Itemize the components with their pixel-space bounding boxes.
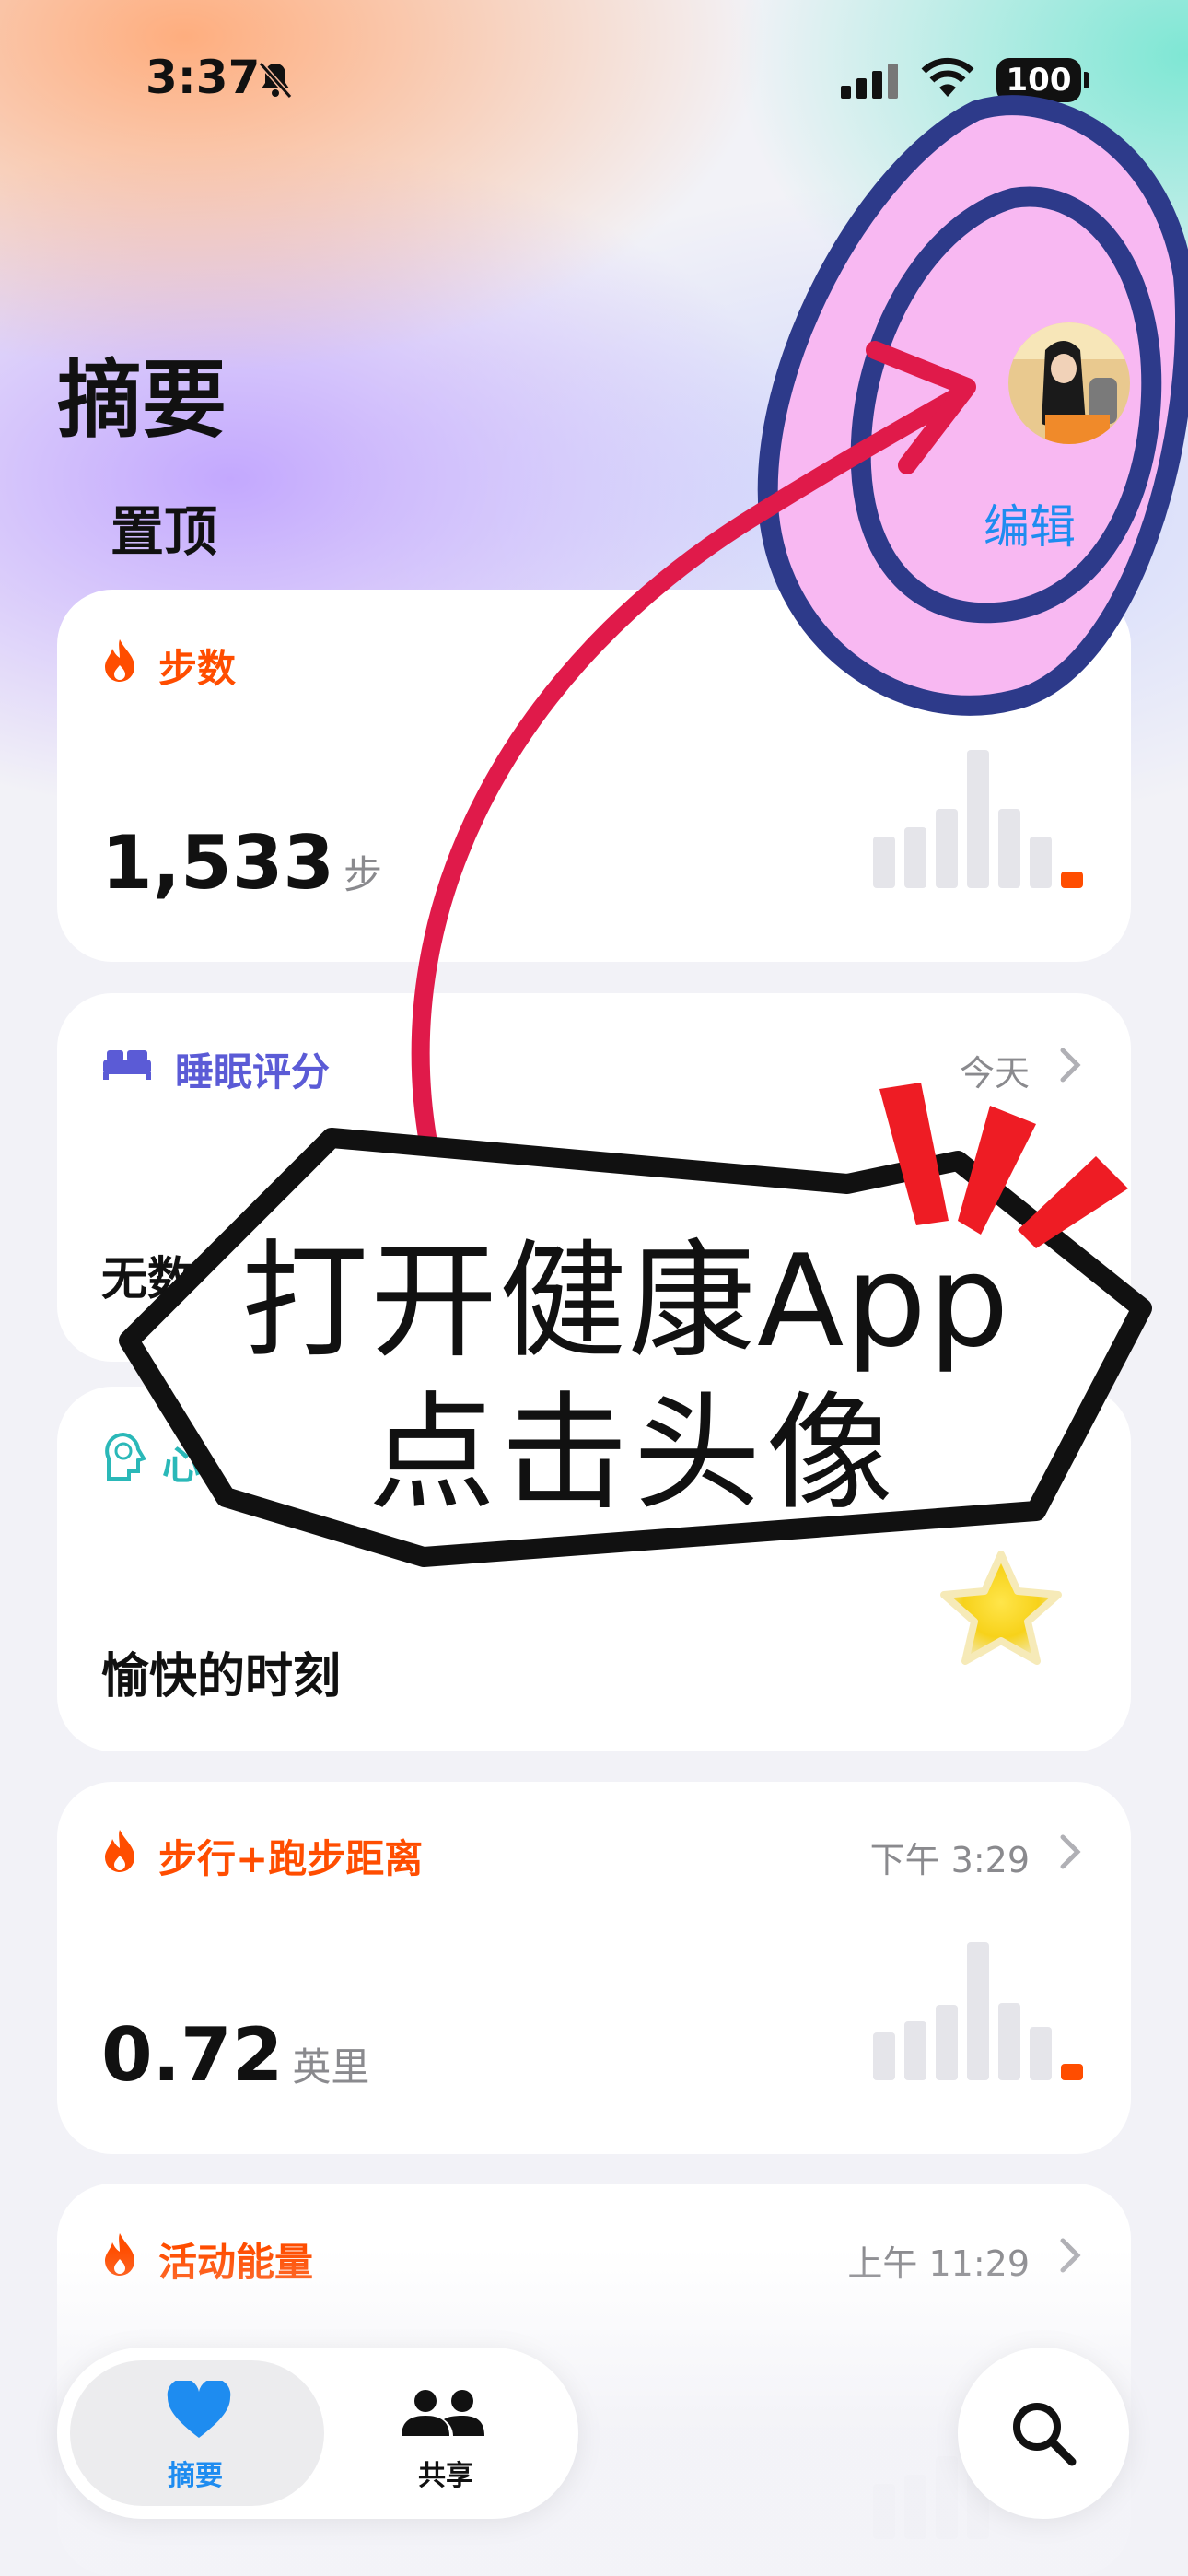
pinned-section-title: 置顶 — [111, 500, 218, 563]
card-value: 0.72 英里 — [101, 2012, 369, 2098]
tab-bar: 摘要 共享 — [57, 2348, 578, 2519]
chart-bar — [904, 827, 926, 888]
tab-label: 共享 — [418, 2460, 473, 2492]
tab-summary[interactable]: 摘要 — [70, 2360, 324, 2506]
card-value: 无数据 — [101, 1252, 239, 1306]
status-bar: 3:37 100 — [0, 51, 1188, 115]
avatar-image — [1008, 322, 1130, 444]
card-timestamp: 今天 — [959, 1053, 1030, 1094]
chart-bar — [936, 2005, 958, 2080]
edit-button-overlay[interactable]: 编辑 — [984, 490, 1076, 556]
steps-mini-chart — [873, 741, 1085, 888]
tab-sharing[interactable]: 共享 — [333, 2360, 564, 2506]
card-label: 睡眠评分 — [175, 1049, 331, 1095]
star-icon — [940, 1551, 1062, 1665]
distance-value: 0.72 — [101, 2012, 284, 2098]
status-time: 3:37 — [146, 51, 261, 104]
chart-bar-current — [1061, 872, 1083, 888]
chart-bar — [904, 2021, 926, 2080]
chart-bar — [998, 2003, 1020, 2080]
distance-mini-chart — [873, 1933, 1085, 2080]
card-timestamp: 下午 3:29 — [869, 1840, 1030, 1880]
flame-icon — [105, 1830, 134, 1872]
search-icon — [1013, 2403, 1077, 2466]
card-label: 步行+跑步距离 — [158, 1836, 424, 1881]
brain-icon — [105, 1432, 146, 1481]
cellular-signal-icon — [841, 64, 898, 99]
card-label: 心理健康 — [162, 1443, 318, 1488]
heart-icon — [167, 2381, 231, 2438]
page-title: 摘要 — [57, 351, 227, 450]
bed-icon — [103, 1050, 151, 1080]
battery-indicator: 100 — [996, 58, 1081, 102]
chevron-right-icon — [1060, 1048, 1081, 1083]
distance-unit: 英里 — [292, 2044, 370, 2090]
chart-bar — [1030, 837, 1052, 888]
chart-bar-current — [1061, 2064, 1083, 2080]
chevron-right-icon — [1060, 1834, 1081, 1869]
chart-bar — [967, 1942, 989, 2080]
people-icon — [402, 2390, 484, 2436]
card-walking-running-distance[interactable]: 步行+跑步距离 下午 3:29 0.72 英里 — [57, 1782, 1131, 2154]
steps-unit: 步 — [344, 852, 383, 897]
chart-bar — [873, 2032, 895, 2080]
chart-bar — [873, 837, 895, 888]
flame-icon — [105, 639, 134, 682]
wifi-icon — [921, 57, 974, 97]
chart-bar — [1030, 2027, 1052, 2080]
card-value: 愉快的时刻 — [101, 1649, 342, 1704]
chart-bar — [936, 809, 958, 888]
battery-tip — [1084, 72, 1089, 88]
card-steps[interactable]: 步数 1,533 步 — [57, 590, 1131, 962]
card-label: 步数 — [158, 646, 237, 691]
annotation-line-2: 点击头像 — [368, 1379, 900, 1528]
search-button[interactable] — [958, 2348, 1129, 2519]
avatar-overlay-copy[interactable] — [1008, 322, 1130, 444]
chart-bar — [998, 809, 1020, 888]
steps-value: 1,533 — [101, 820, 335, 906]
card-value: 1,533 步 — [101, 820, 382, 906]
tab-label: 摘要 — [168, 2460, 223, 2492]
bell-muted-icon — [258, 62, 293, 99]
chart-bar — [967, 750, 989, 888]
